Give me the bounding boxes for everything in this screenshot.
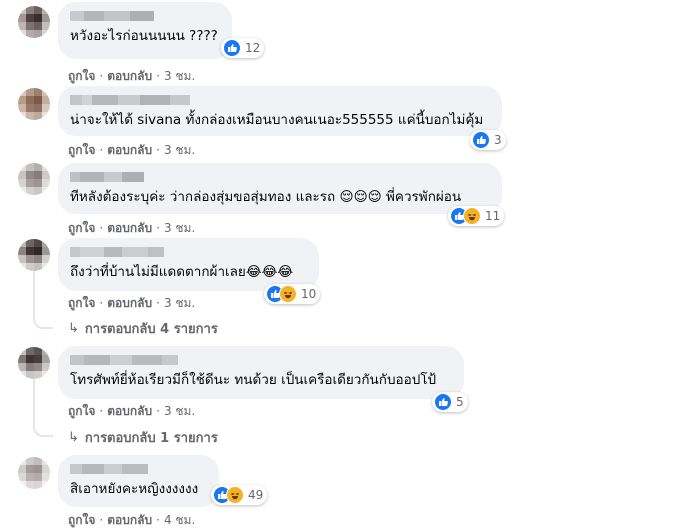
comment-actions: ถูกใจ · ตอบกลับ · 3 ชม. [68, 143, 196, 157]
comment-actions: ถูกใจ · ตอบกลับ · 3 ชม. [68, 221, 196, 235]
like-icon [434, 393, 452, 411]
haha-icon [463, 207, 481, 225]
blurred-author-name[interactable] [70, 355, 452, 365]
like-button[interactable]: ถูกใจ [68, 69, 95, 83]
blurred-author-name[interactable] [70, 247, 307, 257]
haha-icon [226, 486, 244, 504]
blurred-author-name[interactable] [70, 11, 220, 21]
view-replies-link[interactable]: ↳ การตอบกลับ 4 รายการ [68, 318, 218, 339]
thread-connector [33, 421, 53, 437]
view-replies-label: การตอบกลับ 1 รายการ [84, 431, 218, 446]
like-button[interactable]: ถูกใจ [68, 296, 95, 310]
comment-actions: ถูกใจ · ตอบกลับ · 3 ชม. [68, 404, 196, 418]
reply-button[interactable]: ตอบกลับ [107, 143, 152, 157]
comment-text: น่าจะให้ได้ sivana ทั้งกล่องเหมือนบางคนเ… [70, 112, 484, 128]
avatar[interactable] [18, 163, 50, 195]
reply-button[interactable]: ตอบกลับ [107, 513, 152, 527]
reaction-count: 3 [494, 133, 502, 147]
reaction-summary[interactable]: 11 [448, 206, 505, 226]
comment-text: ทีหลังต้องระบุค่ะ ว่ากล่องสุ่มขอสุ่มทอง … [70, 189, 462, 205]
reaction-count: 12 [245, 41, 261, 55]
comment-bubble: น่าจะให้ได้ sivana ทั้งกล่องเหมือนบางคนเ… [58, 86, 502, 136]
timestamp[interactable]: 4 ชม. [164, 513, 195, 527]
blurred-author-name[interactable] [70, 95, 490, 105]
reply-arrow-icon: ↳ [68, 321, 79, 336]
view-replies-link[interactable]: ↳ การตอบกลับ 1 รายการ [68, 427, 218, 448]
timestamp[interactable]: 3 ชม. [164, 69, 195, 83]
thread-connector [33, 313, 53, 329]
view-replies-label: การตอบกลับ 4 รายการ [84, 322, 218, 337]
like-button[interactable]: ถูกใจ [68, 221, 95, 235]
comment-bubble: หวังอะไรก่อนนนนน ???? [58, 2, 232, 59]
comment-bubble: โทรศัพท์ยี่ห้อเรียวมีก็ใช้ดีนะ ทนด้วย เป… [58, 346, 464, 399]
reply-button[interactable]: ตอบกลับ [107, 221, 152, 235]
reply-button[interactable]: ตอบกลับ [107, 69, 152, 83]
reaction-count: 5 [456, 395, 464, 409]
thread-line [33, 379, 35, 421]
comment-bubble: สิเอาหยังคะหญิงงงงงง [58, 455, 219, 507]
reaction-summary[interactable]: 49 [211, 485, 268, 505]
like-button[interactable]: ถูกใจ [68, 143, 95, 157]
reply-button[interactable]: ตอบกลับ [107, 296, 152, 310]
thread-line [33, 269, 35, 313]
haha-icon [279, 285, 297, 303]
timestamp[interactable]: 3 ชม. [164, 143, 195, 157]
avatar[interactable] [18, 6, 50, 38]
blurred-author-name[interactable] [70, 172, 490, 182]
timestamp[interactable]: 3 ชม. [164, 221, 195, 235]
blurred-author-name[interactable] [70, 464, 207, 474]
reaction-count: 10 [301, 287, 317, 301]
timestamp[interactable]: 3 ชม. [164, 404, 195, 418]
reaction-summary[interactable]: 12 [221, 38, 265, 58]
reply-arrow-icon: ↳ [68, 430, 79, 445]
avatar[interactable] [18, 457, 50, 489]
like-icon [472, 131, 490, 149]
comment-actions: ถูกใจ · ตอบกลับ · 3 ชม. [68, 296, 196, 310]
reaction-summary[interactable]: 5 [432, 392, 468, 412]
like-icon [223, 39, 241, 57]
comment-text: หวังอะไรก่อนนนนน ???? [70, 28, 218, 44]
avatar[interactable] [18, 88, 50, 120]
comment-text: โทรศัพท์ยี่ห้อเรียวมีก็ใช้ดีนะ ทนด้วย เป… [70, 372, 437, 388]
avatar[interactable] [18, 347, 50, 379]
reaction-count: 11 [485, 209, 501, 223]
comment-actions: ถูกใจ · ตอบกลับ · 4 ชม. [68, 513, 196, 527]
comment-actions: ถูกใจ · ตอบกลับ · 3 ชม. [68, 69, 196, 83]
reaction-summary[interactable]: 10 [264, 284, 321, 304]
comment-bubble: ทีหลังต้องระบุค่ะ ว่ากล่องสุ่มขอสุ่มทอง … [58, 163, 502, 214]
avatar[interactable] [18, 239, 50, 271]
comment-text: ถึงว่าที่บ้านไม่มีแดดตากผ้าเลย😂😂😂 [70, 264, 294, 280]
like-button[interactable]: ถูกใจ [68, 513, 95, 527]
reaction-count: 49 [248, 488, 264, 502]
like-button[interactable]: ถูกใจ [68, 404, 95, 418]
timestamp[interactable]: 3 ชม. [164, 296, 195, 310]
reaction-summary[interactable]: 3 [470, 130, 506, 150]
comment-text: สิเอาหยังคะหญิงงงงงง [70, 481, 199, 497]
reply-button[interactable]: ตอบกลับ [107, 404, 152, 418]
